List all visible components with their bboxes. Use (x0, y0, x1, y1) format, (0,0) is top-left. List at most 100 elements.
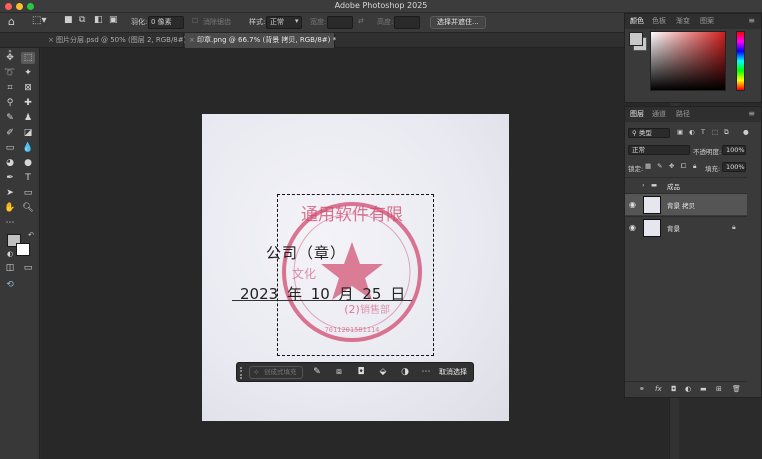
layer-filter-select[interactable]: ⚲ 类型 (628, 128, 670, 138)
antialias-checkbox[interactable]: ☐ (192, 17, 198, 25)
add-selection-icon[interactable]: ⧉ (79, 15, 85, 25)
lasso-tool-icon[interactable]: ➰ (3, 67, 17, 79)
tab-color[interactable]: 颜色 (630, 14, 644, 29)
fill-input[interactable]: 100% (722, 162, 746, 172)
share-icon[interactable]: ⟲ (3, 279, 17, 291)
deselect-button[interactable]: 取消选择 (439, 366, 467, 379)
filter-pixel-icon[interactable]: ▣ (677, 128, 683, 136)
more-tools-icon[interactable]: ⋯ (3, 217, 17, 229)
frame-tool-icon[interactable]: ⊠ (21, 82, 35, 94)
tab-image-layers[interactable]: × 图片分层.psd @ 50% (图层 2, RGB/8#) (44, 33, 187, 48)
hand-tool-icon[interactable]: ✋ (3, 202, 17, 214)
folder-icon: ▬ (651, 181, 658, 189)
eye-icon[interactable]: ◉ (629, 200, 636, 209)
disclosure-chevron-icon[interactable]: › (642, 181, 645, 189)
feather-value: 0 像素 (151, 18, 172, 26)
adjust-icon[interactable]: ◑ (399, 366, 411, 379)
intersect-selection-icon[interactable]: ▣ (109, 15, 118, 25)
close-icon[interactable]: × (48, 33, 54, 48)
path-select-icon[interactable]: ➤ (3, 187, 17, 199)
brush-tool-icon[interactable]: ✎ (3, 112, 17, 124)
saturation-brightness-field[interactable] (650, 31, 726, 91)
fx-icon[interactable]: fx (655, 385, 662, 393)
crop-tool-icon[interactable]: ⌗ (3, 82, 17, 94)
close-icon[interactable]: × (189, 33, 195, 48)
tab-patterns[interactable]: 图案 (700, 14, 714, 29)
sponge-tool-icon[interactable]: ● (21, 157, 35, 169)
panel-menu-icon[interactable]: ≡ (748, 109, 755, 118)
adjustment-layer-icon[interactable]: ◐ (685, 385, 691, 393)
filter-smart-icon[interactable]: ⧉ (724, 128, 729, 137)
drag-handle[interactable] (240, 367, 242, 379)
rectangle-tool-icon[interactable]: ▭ (21, 187, 35, 199)
filter-toggle-icon[interactable]: ● (743, 128, 749, 136)
brush-icon[interactable]: ✎ (311, 366, 323, 379)
quick-mask-icon[interactable]: ◫ (3, 262, 17, 274)
blend-mode-select[interactable]: 正常 (628, 145, 690, 155)
tab-gradients[interactable]: 渐变 (676, 14, 690, 29)
panel-menu-icon[interactable]: ≡ (748, 16, 755, 25)
layer-group[interactable]: › ▬ 成品 (625, 177, 747, 193)
swap-colors-icon[interactable]: ↶ (24, 229, 38, 241)
type-tool-icon[interactable]: T (21, 172, 35, 184)
link-layers-icon[interactable]: ⚭ (639, 385, 645, 393)
eye-icon[interactable]: ◉ (629, 223, 636, 232)
swap-icon[interactable]: ⇄ (358, 17, 364, 25)
fill-icon[interactable]: ⬙ (377, 366, 389, 379)
hue-slider[interactable] (736, 31, 745, 91)
subtract-selection-icon[interactable]: ◧ (94, 15, 103, 25)
lock-position-icon[interactable]: ✥ (669, 162, 674, 170)
filter-adjust-icon[interactable]: ◐ (689, 128, 695, 136)
default-colors-icon[interactable]: ◐ (3, 248, 17, 260)
more-icon[interactable]: ⋯ (420, 366, 432, 379)
filter-shape-icon[interactable]: ⬚ (712, 128, 718, 136)
background-color-swatch[interactable] (16, 243, 30, 256)
stamp-tool-icon[interactable]: ♟ (21, 112, 35, 124)
zoom-tool-icon[interactable]: 🔍︎ (21, 202, 35, 214)
mask-icon[interactable]: ◘ (355, 366, 367, 379)
eyedropper-tool-icon[interactable]: ⚲ (3, 97, 17, 109)
dodge-tool-icon[interactable]: ◕ (3, 157, 17, 169)
marquee-tool-icon[interactable]: ⬚ (21, 52, 35, 64)
lock-artboard-icon[interactable]: ⧠ (681, 162, 686, 171)
tab-channels[interactable]: 通道 (652, 107, 666, 122)
tab-layers[interactable]: 图层 (630, 107, 644, 122)
move-tool-icon[interactable]: ✥ (3, 52, 17, 64)
fill-label: 填充: (705, 165, 721, 173)
screen-mode-icon[interactable]: ▭ (21, 262, 35, 274)
filter-type-icon[interactable]: T (701, 128, 705, 136)
home-icon[interactable]: ⌂ (8, 15, 15, 28)
generative-fill-button[interactable]: ✧ 创成式填充 (249, 366, 303, 379)
layer-row[interactable]: ◉ 背景 拷贝 (625, 193, 747, 215)
new-layer-icon[interactable]: ⊞ (716, 385, 722, 393)
gradient-tool-icon[interactable]: ▭ (3, 142, 17, 154)
history-brush-icon[interactable]: ✐ (3, 127, 17, 139)
marquee-preset-icon[interactable]: ⬚▾ (32, 15, 46, 26)
select-subject-icon[interactable]: ⧈ (333, 366, 345, 379)
opacity-input[interactable]: 100% (722, 145, 746, 155)
magic-wand-tool-icon[interactable]: ✦ (21, 67, 35, 79)
healing-brush-icon[interactable]: ✚ (21, 97, 35, 109)
layer-thumbnail (643, 219, 661, 237)
lock-paint-icon[interactable]: ✎ (657, 162, 662, 170)
new-group-icon[interactable]: ▬ (700, 385, 707, 393)
tab-paths[interactable]: 路径 (676, 107, 690, 122)
width-label: 宽度: (310, 18, 327, 26)
foreground-swatch[interactable] (629, 32, 643, 46)
width-input[interactable] (327, 16, 353, 29)
tab-swatches[interactable]: 色板 (652, 14, 666, 29)
selection-marquee[interactable] (277, 194, 434, 356)
tab-label: 图片分层.psd @ 50% (图层 2, RGB/8#) (56, 36, 187, 44)
height-input[interactable] (394, 16, 420, 29)
lock-all-icon[interactable]: 🔒︎ (693, 162, 696, 171)
lock-transparency-icon[interactable]: ▦ (645, 162, 651, 170)
select-and-mask-button[interactable]: 选择并遮住... (430, 16, 486, 29)
delete-layer-icon[interactable]: 🗑︎ (732, 385, 741, 393)
tab-seal[interactable]: × 印章.png @ 66.7% (背景 拷贝, RGB/8#) * (185, 33, 336, 48)
layer-row[interactable]: ◉ 背景 🔒︎ (625, 216, 747, 238)
new-selection-icon[interactable]: ■ (64, 15, 73, 25)
add-mask-icon[interactable]: ◘ (671, 385, 677, 393)
blur-tool-icon[interactable]: 💧 (21, 142, 35, 154)
eraser-tool-icon[interactable]: ◪ (21, 127, 35, 139)
pen-tool-icon[interactable]: ✒ (3, 172, 17, 184)
